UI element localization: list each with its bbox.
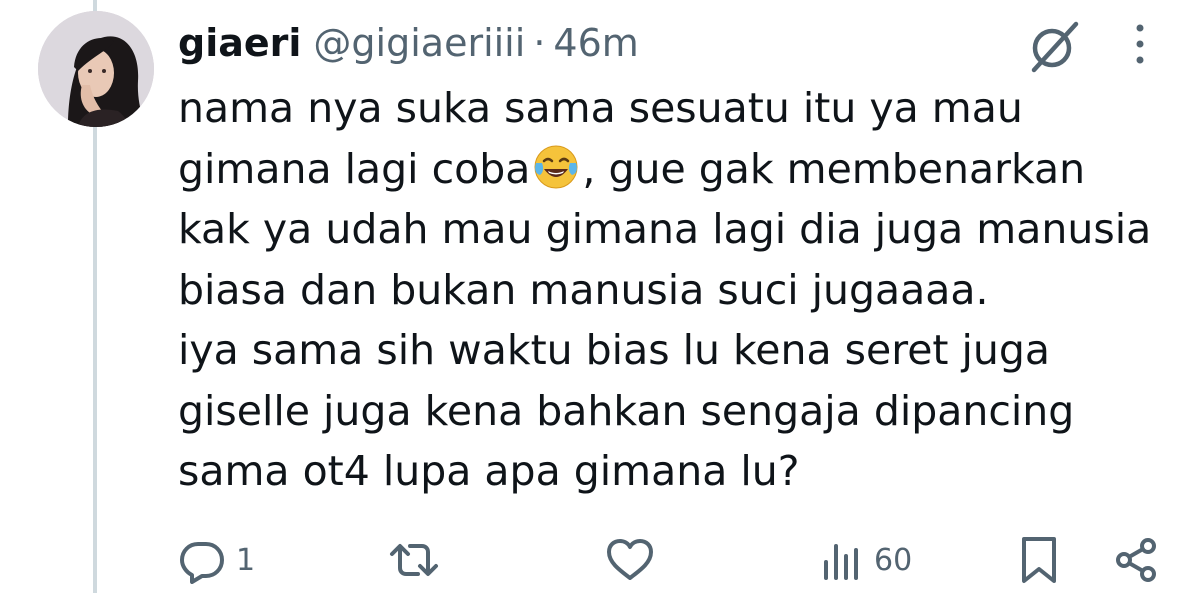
user-handle[interactable]: @gigiaeriiii (313, 18, 525, 68)
repost-icon (390, 544, 438, 576)
text-line: nama nya suka sama sesuatu itu ya mau (178, 84, 1023, 132)
avatar[interactable] (38, 11, 154, 127)
bookmark-icon (1022, 537, 1056, 583)
views-button[interactable]: 60 (820, 530, 912, 590)
text-line: sama ot4 lupa apa gimana lu? (178, 447, 800, 495)
text-line-with-emoji: gimana lagi coba , gue gak membenarkan (178, 139, 1178, 200)
display-name[interactable]: giaeri (178, 18, 301, 68)
share-icon (1116, 538, 1156, 582)
tweet-actions: 1 60 (0, 530, 1200, 590)
reply-button[interactable]: 1 (178, 530, 255, 590)
text-segment: , gue gak membenarkan (582, 144, 1086, 193)
views-count: 60 (874, 542, 913, 578)
separator-dot: · (533, 21, 546, 65)
like-button[interactable] (604, 530, 666, 590)
tweet-text: nama nya suka sama sesuatu itu ya mau gi… (178, 78, 1178, 502)
avatar-image (38, 11, 154, 127)
text-line: giselle juga kena bahkan sengaja dipanci… (178, 386, 1075, 435)
text-line: iya sama sih waktu bias lu kena seret ju… (178, 326, 1051, 374)
reply-icon (180, 542, 224, 584)
bookmark-button[interactable] (1018, 530, 1060, 590)
share-button[interactable] (1112, 530, 1160, 590)
text-line: kak ya udah mau gimana lagi dia juga man… (178, 205, 1152, 253)
more-icon[interactable] (1124, 20, 1156, 70)
face-with-tears-of-joy-icon (534, 145, 578, 188)
tweet[interactable]: giaeri @gigiaeriiii · 46m nama nya suka … (0, 0, 1200, 593)
like-icon (607, 539, 653, 580)
grok-icon[interactable] (1024, 16, 1084, 76)
reply-count: 1 (236, 542, 256, 578)
views-icon (824, 544, 858, 580)
repost-button[interactable] (386, 530, 452, 590)
tweet-header: giaeri @gigiaeriiii · 46m (178, 18, 639, 68)
text-segment: gimana lagi coba (178, 144, 531, 193)
text-line: biasa dan bukan manusia suci jugaaaa. (178, 265, 989, 314)
timestamp[interactable]: 46m (553, 18, 638, 68)
